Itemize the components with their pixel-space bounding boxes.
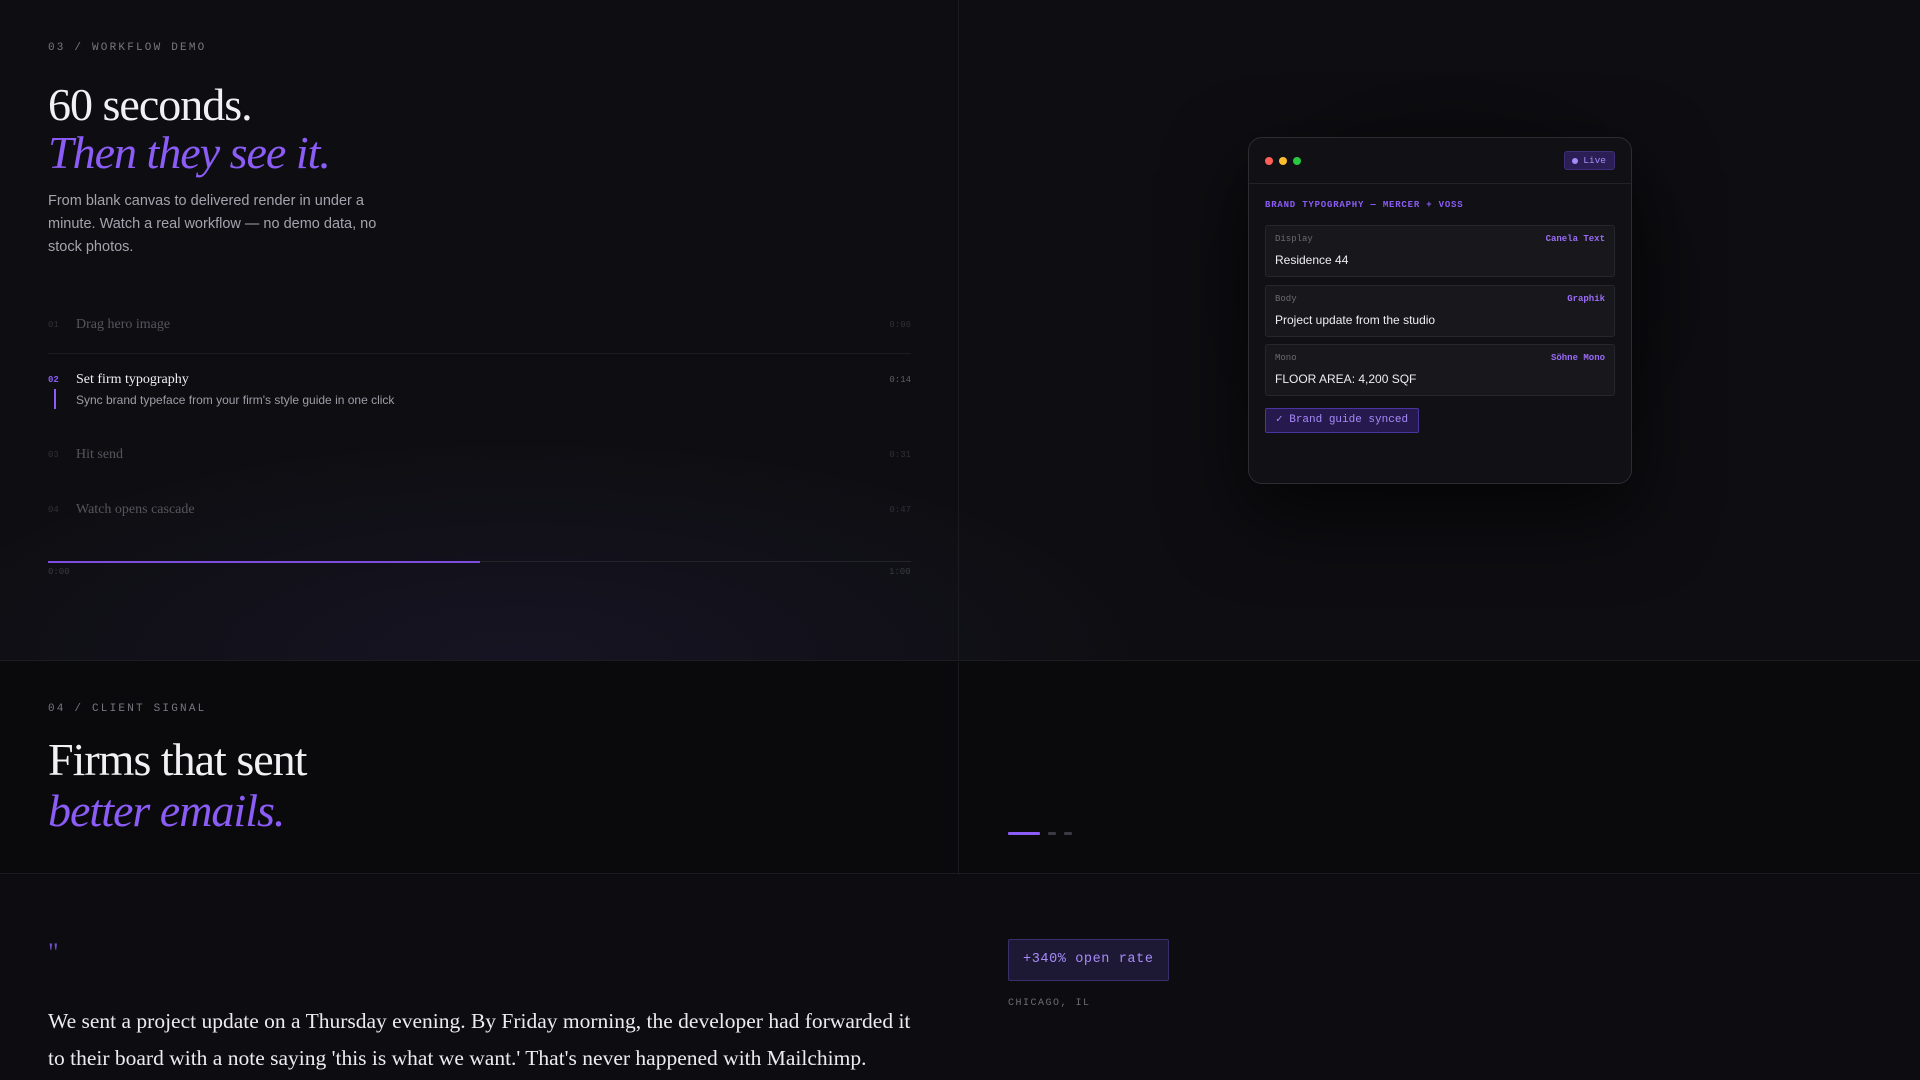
brand-typography-preview-card: Live BRAND TYPOGRAPHY — MERCER + VOSS Di… [1248,137,1632,484]
font-sample: FLOOR AREA: 4,200 SQF [1275,372,1417,386]
quote-mark-icon: " [48,938,59,967]
card-titlebar: Live [1249,138,1631,184]
step-time: 0:47 [889,505,911,515]
close-dot-icon [1265,157,1273,165]
font-role: Display [1275,234,1313,244]
section-lede: From blank canvas to delivered render in… [48,193,377,255]
step-number: 02 [48,375,59,385]
section-eyebrow: 03 / WORKFLOW DEMO [48,42,207,54]
font-face-name: Graphik [1567,294,1605,304]
heading-line-1: 60 seconds. [48,79,253,130]
font-sample: Project update from the studio [1275,313,1436,327]
font-sample: Residence 44 [1275,253,1349,267]
font-face-name: Canela Text [1545,234,1605,244]
step-title: Hit send [76,447,124,462]
font-role: Mono [1275,353,1297,363]
font-row-body[interactable]: Body Graphik Project update from the stu… [1265,285,1615,337]
font-row-mono[interactable]: Mono Söhne Mono FLOOR AREA: 4,200 SQF [1265,344,1615,396]
step-time: 0:31 [889,450,911,460]
testimonial-quote: We sent a project update on a Thursday e… [48,1009,911,1070]
workflow-progress-bar[interactable] [48,560,911,563]
active-step-indicator [54,389,56,409]
step-number: 04 [48,505,59,515]
carousel-dot[interactable] [1008,832,1040,835]
workflow-section: 03 / WORKFLOW DEMO 60 seconds. Then they… [0,0,1920,661]
workflow-progress-fill [48,560,480,563]
open-rate-metric-badge: +340% open rate [1008,939,1169,981]
maximize-dot-icon [1293,157,1301,165]
column-divider [958,0,959,661]
card-heading: BRAND TYPOGRAPHY — MERCER + VOSS [1265,200,1464,210]
step-title: Set firm typography [76,372,189,387]
step-divider [48,353,911,354]
step-description: Sync brand typeface from your firm's sty… [76,393,395,407]
heading-line-2: better emails. [48,785,285,836]
font-role: Body [1275,294,1297,304]
carousel-dot[interactable] [1064,832,1072,835]
step-time: 0:06 [889,320,911,330]
live-badge: Live [1564,151,1615,170]
section-eyebrow: 04 / CLIENT SIGNAL [48,703,207,715]
step-time: 0:14 [889,375,911,385]
progress-start-label: 0:00 [48,567,70,577]
minimize-dot-icon [1279,157,1287,165]
font-row-display[interactable]: Display Canela Text Residence 44 [1265,225,1615,277]
client-location: CHICAGO, IL [1008,998,1091,1009]
progress-end-label: 1:00 [889,567,911,577]
live-dot-icon [1572,158,1579,164]
step-title: Watch opens cascade [76,502,195,517]
font-face-name: Söhne Mono [1550,353,1605,363]
step-title: Drag hero image [76,317,171,332]
step-number: 01 [48,320,59,330]
carousel-dot[interactable] [1048,832,1056,835]
brand-guide-synced-badge: ✓ Brand guide synced [1265,408,1420,433]
heading-line-2: Then they see it. [48,127,331,178]
heading-line-1: Firms that sent [48,734,307,785]
step-number: 03 [48,450,59,460]
live-label: Live [1583,155,1606,166]
